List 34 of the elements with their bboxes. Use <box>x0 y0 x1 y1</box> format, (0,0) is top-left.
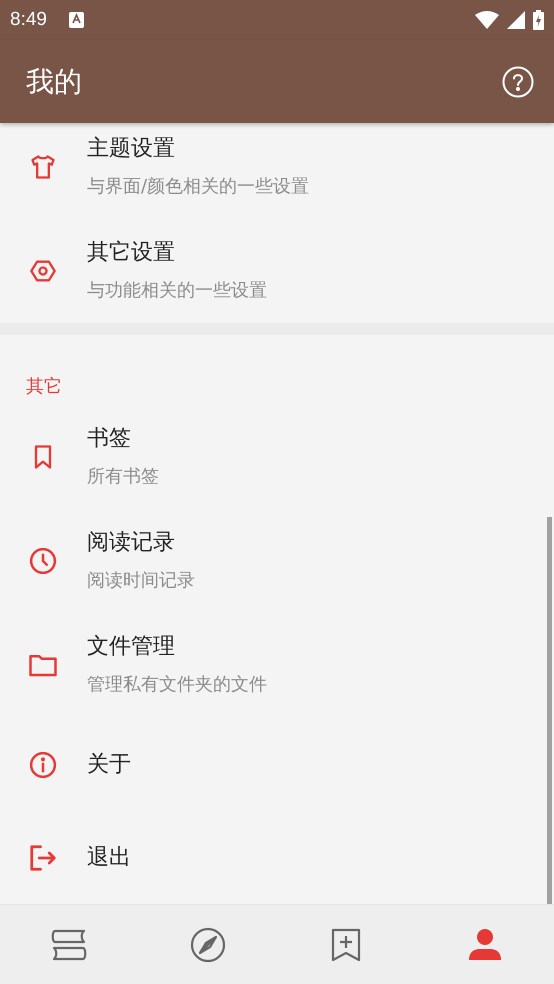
page-title: 我的 <box>26 64 83 100</box>
bookmark-add-icon <box>331 928 362 962</box>
item-title: 阅读记录 <box>87 529 176 557</box>
item-subtitle: 管理私有文件夹的文件 <box>87 673 267 697</box>
wifi-icon <box>475 11 499 29</box>
help-icon <box>502 66 534 98</box>
menu-item[interactable]: 关于 <box>0 717 554 813</box>
battery-charging-icon <box>533 10 544 30</box>
person-icon <box>468 928 502 962</box>
item-subtitle: 与界面/颜色相关的一些设置 <box>87 175 310 199</box>
compass-icon <box>190 926 226 962</box>
item-subtitle: 与功能相关的一些设置 <box>87 279 267 303</box>
cell-signal-icon <box>507 11 525 29</box>
shirt-icon <box>29 153 57 181</box>
clock-icon <box>28 546 58 576</box>
menu-item[interactable]: 主题设置 与界面/颜色相关的一些设置 <box>0 115 554 219</box>
item-subtitle: 所有书签 <box>87 465 159 489</box>
help-button[interactable] <box>502 66 534 98</box>
menu-item[interactable]: 阅读记录 阅读时间记录 <box>0 509 554 613</box>
menu-item[interactable]: 书签 所有书签 <box>0 405 554 509</box>
keyboard-notification-icon <box>68 12 84 28</box>
status-time: 8:49 <box>10 9 47 31</box>
menu-item[interactable]: 文件管理 管理私有文件夹的文件 <box>0 613 554 717</box>
item-title: 退出 <box>87 844 131 872</box>
item-title: 关于 <box>87 751 131 779</box>
item-title: 书签 <box>87 425 132 453</box>
item-subtitle: 阅读时间记录 <box>87 569 195 593</box>
menu-item[interactable]: 退出 <box>0 813 554 903</box>
item-title: 文件管理 <box>87 633 176 661</box>
item-title: 主题设置 <box>87 135 176 163</box>
books-icon <box>51 928 88 960</box>
menu-item[interactable]: 其它设置 与功能相关的一些设置 <box>0 219 554 323</box>
item-title: 其它设置 <box>87 239 176 267</box>
info-icon <box>28 750 58 780</box>
